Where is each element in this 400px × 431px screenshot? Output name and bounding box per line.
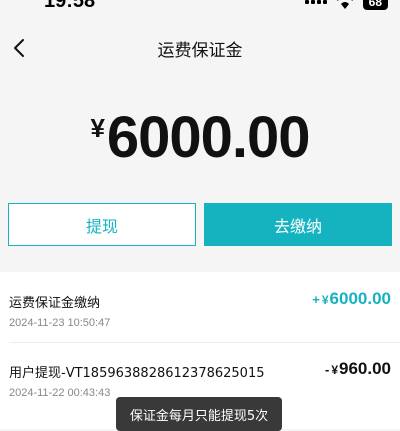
record-value: 960.00: [339, 359, 391, 378]
battery-icon: 68: [362, 0, 388, 10]
page-title: 运费保证金: [157, 41, 243, 61]
record-time: 2024-11-22 00:43:43: [9, 387, 111, 399]
pay-button[interactable]: 去缴纳: [204, 203, 392, 246]
record-title: 用户提现-VT1859638828612378625015: [9, 366, 265, 381]
wifi-icon: [335, 0, 355, 9]
record-currency: ¥: [321, 293, 329, 307]
balance-value: 6000.00: [106, 105, 311, 170]
record-sign: -: [324, 362, 330, 377]
record-time: 2024-11-23 10:50:47: [9, 317, 111, 329]
signal-icon: [304, 0, 327, 4]
record-value: 6000.00: [329, 289, 391, 308]
record-title: 运费保证金缴纳: [9, 296, 101, 311]
nav-bar: 运费保证金: [0, 28, 400, 68]
record-sign: +: [312, 292, 320, 307]
withdraw-button[interactable]: 提现: [8, 203, 196, 246]
toast-message: 保证金每月只能提现5次: [116, 397, 282, 431]
status-icons: 68: [304, 0, 388, 10]
balance-amount: ¥6000.00: [0, 104, 400, 171]
record-amount: - ¥960.00: [325, 359, 391, 379]
record-amount: + ¥6000.00: [312, 289, 391, 309]
list-item[interactable]: 运费保证金缴纳 2024-11-23 10:50:47 + ¥6000.00: [0, 272, 400, 343]
status-bar: 19:58 68: [0, 0, 400, 16]
status-time: 19:58: [44, 0, 96, 12]
record-currency: ¥: [331, 363, 338, 377]
balance-currency: ¥: [90, 113, 105, 143]
